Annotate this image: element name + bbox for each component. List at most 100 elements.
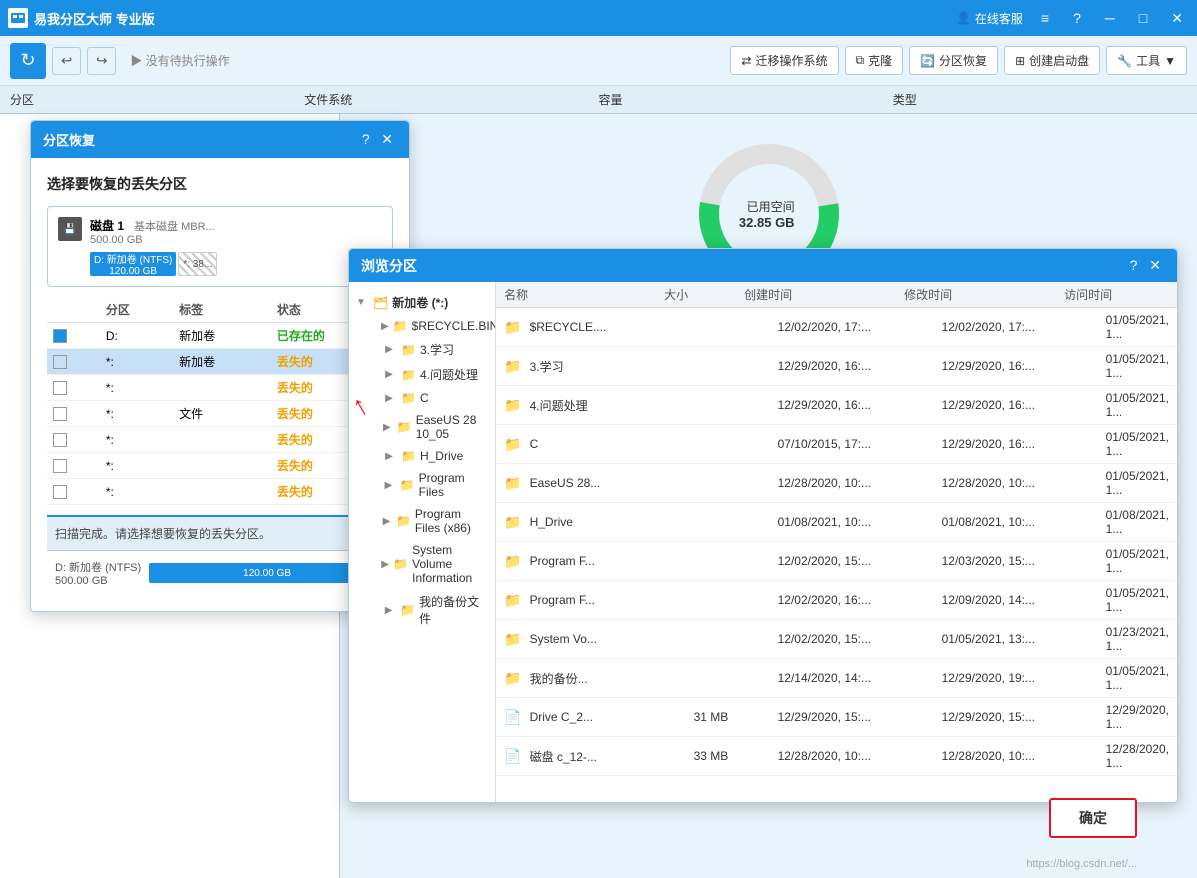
tree-folder-icon: 📁 (401, 343, 416, 357)
row-check[interactable] (53, 459, 67, 473)
list-item[interactable]: 📁 3.学习 12/29/2020, 16:... 12/29/2020, 16… (496, 347, 1177, 386)
tree-expand-icon: ▶ (381, 559, 389, 570)
tree-expand-icon: ▼ (353, 297, 369, 308)
table-row[interactable]: *: 文件 丢失的 (47, 401, 393, 427)
browse-dialog: 浏览分区 ? ✕ ▼ 🗂 新加卷 (*:) ▶ 📁 $RECYCLE.BIN ▶… (348, 248, 1178, 803)
list-item[interactable]: 📁 4.问题处理 12/29/2020, 16:... 12/29/2020, … (496, 386, 1177, 425)
list-item[interactable]: 📁 我的备份... 12/14/2020, 14:... 12/29/2020,… (496, 659, 1177, 698)
list-item[interactable]: ▶ 📁 System Volume Information (349, 539, 495, 589)
recover-dialog-title: 分区恢复 (43, 130, 95, 149)
list-item[interactable]: ▶ 📁 Program Files (349, 467, 495, 503)
table-row[interactable]: *: 丢失的 (47, 479, 393, 505)
list-item[interactable]: ▶ 📁 Program Files (x86) (349, 503, 495, 539)
toolbar-left: ↻ ↩ ↪ ▶ 没有待执行操作 (10, 43, 238, 79)
tools-button[interactable]: 🔧 工具 ▼ (1106, 46, 1187, 75)
list-item[interactable]: ▶ 📁 H_Drive (349, 445, 495, 467)
recover-button[interactable]: 🔄 分区恢复 (909, 46, 998, 75)
browse-dialog-header-btns: ? ✕ (1126, 255, 1165, 276)
recover-dialog-help-button[interactable]: ? (358, 129, 374, 149)
list-item[interactable]: 📁 Program F... 12/02/2020, 15:... 12/03/… (496, 542, 1177, 581)
toolbar: ↻ ↩ ↪ ▶ 没有待执行操作 ⇄ 迁移操作系统 ⧉ 克隆 🔄 分区恢复 ⊞ 创… (0, 36, 1197, 86)
maximize-button[interactable]: □ (1133, 8, 1153, 28)
list-item[interactable]: ▶ 📁 3.学习 (349, 337, 495, 362)
disk-icon: 💾 (58, 217, 82, 241)
file-list-header: 名称 大小 创建时间 修改时间 访问时间 (496, 282, 1177, 308)
folder-icon: 📁 (504, 397, 521, 414)
tree-expand-icon: ▶ (381, 480, 396, 491)
list-item[interactable]: 📄 磁盘 c_12-... 33 MB 12/28/2020, 10:... 1… (496, 737, 1177, 776)
list-item[interactable]: 📁 Program F... 12/02/2020, 16:... 12/09/… (496, 581, 1177, 620)
bottom-disk-info: D: 新加卷 (NTFS) 500.00 GB (55, 559, 141, 587)
close-button[interactable]: ✕ (1165, 8, 1189, 29)
recover-dialog-header: 分区恢复 ? ✕ (31, 121, 409, 158)
file-icon: 📄 (504, 748, 521, 765)
file-list-area: 名称 大小 创建时间 修改时间 访问时间 📁 $RECYCLE.... 12/0… (496, 282, 1177, 802)
toolbar-right: ⇄ 迁移操作系统 ⧉ 克隆 🔄 分区恢复 ⊞ 创建启动盘 🔧 工具 ▼ (730, 46, 1187, 75)
col-partition: 分区 (10, 91, 304, 108)
boot-icon: ⊞ (1015, 54, 1025, 68)
list-item[interactable]: 📁 H_Drive 01/08/2021, 10:... 01/08/2021,… (496, 503, 1177, 542)
disk-name: 磁盘 1 基本磁盘 MBR... (90, 217, 382, 234)
list-item[interactable]: ▶ 📁 我的备份文件 (349, 589, 495, 631)
recover-dialog-subtitle: 选择要恢复的丢失分区 (47, 174, 393, 194)
tree-root-item[interactable]: ▼ 🗂 新加卷 (*:) (349, 290, 495, 315)
help-icon[interactable]: ? (1067, 8, 1087, 28)
list-item[interactable]: 📁 EaseUS 28... 12/28/2020, 10:... 12/28/… (496, 464, 1177, 503)
row-check[interactable] (53, 485, 67, 499)
clone-button[interactable]: ⧉ 克隆 (845, 46, 904, 75)
folder-icon: 📁 (504, 358, 521, 375)
recover-icon: 🔄 (920, 54, 935, 68)
col-accessed-header: 访问时间 (1064, 286, 1169, 303)
recover-dialog-header-btns: ? ✕ (358, 129, 397, 150)
browse-dialog-help-button[interactable]: ? (1126, 255, 1142, 275)
person-icon: 👤 (956, 11, 971, 25)
table-row[interactable]: *: 丢失的 (47, 375, 393, 401)
table-row[interactable]: *: 丢失的 (47, 453, 393, 479)
col-modified-header: 修改时间 (904, 286, 1064, 303)
table-row[interactable]: D: 新加卷 已存在的 (47, 323, 393, 349)
row-check[interactable] (53, 381, 67, 395)
row-check[interactable] (53, 407, 67, 421)
file-icon: 📄 (504, 709, 521, 726)
dropdown-arrow-icon: ▼ (1164, 54, 1176, 68)
tree-folder-icon: 📁 (400, 603, 415, 617)
table-row[interactable]: *: 丢失的 (47, 427, 393, 453)
list-item[interactable]: 📄 Drive C_2... 31 MB 12/29/2020, 15:... … (496, 698, 1177, 737)
list-item[interactable]: ▶ 📁 C (349, 387, 495, 409)
row-check[interactable] (53, 355, 67, 369)
create-boot-button[interactable]: ⊞ 创建启动盘 (1004, 46, 1100, 75)
tree-folder-icon: 📁 (393, 319, 408, 333)
refresh-button[interactable]: ↻ (10, 43, 46, 79)
browse-dialog-header: 浏览分区 ? ✕ (349, 249, 1177, 282)
seg-d: D: 新加卷 (NTFS) 120.00 GB (90, 252, 176, 276)
col-size-header: 大小 (664, 286, 744, 303)
migrate-os-button[interactable]: ⇄ 迁移操作系统 (730, 46, 838, 75)
tree-folder-icon: 🗂 (373, 296, 388, 310)
tree-folder-icon: 📁 (401, 368, 416, 382)
tree-expand-icon: ▶ (381, 321, 389, 332)
list-item[interactable]: 📁 $RECYCLE.... 12/02/2020, 17:... 12/02/… (496, 308, 1177, 347)
table-row[interactable]: *: 新加卷 丢失的 (47, 349, 393, 375)
list-item[interactable]: 📁 System Vo... 12/02/2020, 15:... 01/05/… (496, 620, 1177, 659)
title-bar-right: 👤 在线客服 ≡ ? ─ □ ✕ (956, 8, 1189, 29)
browse-dialog-close-button[interactable]: ✕ (1145, 255, 1165, 276)
col-headers: 分区 文件系统 容量 类型 (0, 86, 1197, 114)
clone-icon: ⧉ (856, 53, 865, 68)
undo-button[interactable]: ↩ (52, 47, 81, 75)
folder-icon: 📁 (504, 319, 521, 336)
list-item[interactable]: ▶ 📁 4.问题处理 (349, 362, 495, 387)
minimize-button[interactable]: ─ (1099, 8, 1121, 28)
menu-icon[interactable]: ≡ (1035, 8, 1055, 28)
partition-table: 分区 标签 状态 D: 新加卷 已存在的 *: 新加卷 丢失的 (47, 297, 393, 505)
redo-button[interactable]: ↪ (87, 47, 116, 75)
confirm-button[interactable]: 确定 (1049, 798, 1137, 838)
list-item[interactable]: 📁 C 07/10/2015, 17:... 12/29/2020, 16:..… (496, 425, 1177, 464)
row-check[interactable] (53, 329, 67, 343)
online-service[interactable]: 👤 在线客服 (956, 10, 1023, 27)
disk-card: 💾 磁盘 1 基本磁盘 MBR... 500.00 GB D: 新加卷 (NTF… (47, 206, 393, 287)
recover-dialog-close-button[interactable]: ✕ (377, 129, 397, 150)
browse-dialog-body: ▼ 🗂 新加卷 (*:) ▶ 📁 $RECYCLE.BIN ▶ 📁 3.学习 ▶… (349, 282, 1177, 802)
row-check[interactable] (53, 433, 67, 447)
tree-expand-icon: ▶ (381, 344, 397, 355)
list-item[interactable]: ▶ 📁 $RECYCLE.BIN (349, 315, 495, 337)
